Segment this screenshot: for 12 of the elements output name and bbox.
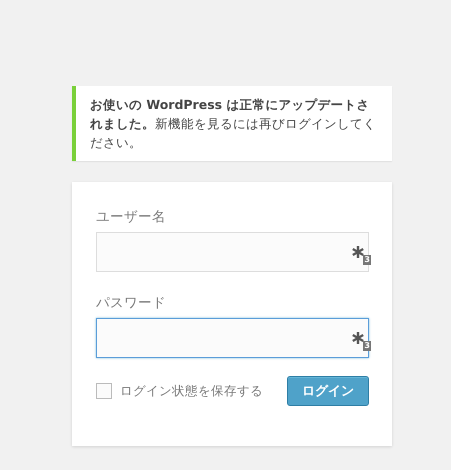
input-field[interactable]: 3 xyxy=(96,232,369,272)
input-field[interactable]: 3 xyxy=(96,318,369,358)
count-badge: 3 xyxy=(363,341,371,351)
checkbox-label: ログイン状態を保存する xyxy=(120,382,263,400)
asterisk-icon[interactable] xyxy=(352,332,364,344)
field-label: パスワード xyxy=(96,294,166,312)
login-button[interactable]: ログイン xyxy=(287,376,369,406)
asterisk-icon[interactable] xyxy=(352,246,364,258)
count-badge: 3 xyxy=(363,255,371,265)
field-label: ユーザー名 xyxy=(96,208,166,226)
remember-checkbox[interactable] xyxy=(96,383,112,399)
update-notice: お使いの WordPress は正常にアップデートされました。新機能を見るには再びログインしてください。 xyxy=(72,86,392,161)
